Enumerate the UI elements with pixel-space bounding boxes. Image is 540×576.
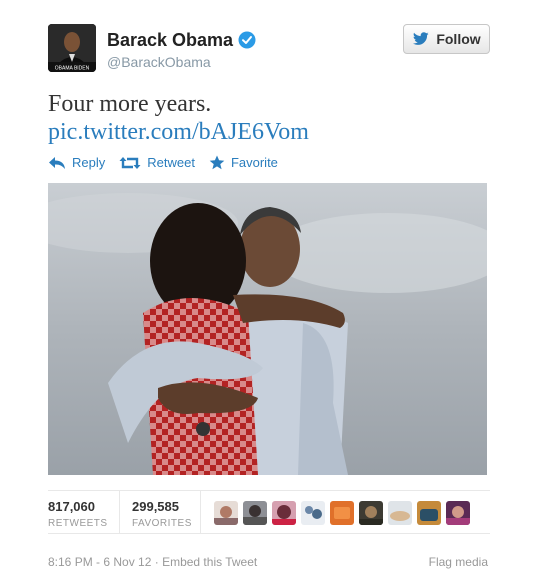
favoriter-avatar[interactable] [417,501,441,525]
favoriter-avatar[interactable] [214,501,238,525]
tweet-timestamp[interactable]: 8:16 PM - 6 Nov 12 [48,555,151,569]
tweet-text: Four more years. [48,91,212,117]
embed-tweet-link[interactable]: Embed this Tweet [162,555,257,569]
favorite-button[interactable]: Favorite [209,155,278,170]
reply-label: Reply [72,155,106,170]
stats-divider [200,491,201,533]
favorites-label: FAVORITES [132,518,192,529]
favoriter-avatar[interactable] [359,501,383,525]
favoriter-avatar[interactable] [272,501,296,525]
retweets-label: RETWEETS [48,518,108,529]
retweet-label: Retweet [147,155,195,170]
reply-button[interactable]: Reply [48,155,105,170]
reply-icon [49,156,65,169]
retweets-count: 817,060 [48,499,95,514]
favorite-label: Favorite [230,155,278,170]
follow-button[interactable]: Follow [403,24,490,54]
engagement-stats: 817,060 RETWEETS 299,585 FAVORITES [48,490,490,534]
favoriter-avatar[interactable] [330,501,354,525]
profile-avatar[interactable]: OBAMA BIDEN [48,24,96,72]
display-name[interactable]: Barack Obama [107,30,233,51]
favoriter-avatar[interactable] [243,501,267,525]
favoriter-avatar[interactable] [301,501,325,525]
footer-separator: · [154,555,159,569]
stats-divider [119,491,120,533]
favoriter-avatar[interactable] [388,501,412,525]
follow-label: Follow [436,31,481,47]
favorites-stat[interactable]: 299,585 FAVORITES [132,499,192,529]
tweet-card: OBAMA BIDEN Barack Obama @BarackObama Fo… [0,0,540,576]
tweet-media-link[interactable]: pic.twitter.com/bAJE6Vom [48,118,309,146]
tweet-photo[interactable] [48,183,487,475]
tweet-footer: 8:16 PM - 6 Nov 12 · Embed this Tweet [48,555,257,569]
favoriter-avatars [214,501,470,525]
twitter-bird-icon [413,32,430,45]
user-handle[interactable]: @BarackObama [107,54,211,70]
favoriter-avatar[interactable] [446,501,470,525]
retweet-icon [119,156,141,169]
flag-media-link[interactable]: Flag media [429,555,488,569]
tweet-actions: Reply Retweet Favorite [48,155,292,170]
favorites-count: 299,585 [132,499,179,514]
retweet-button[interactable]: Retweet [119,155,195,170]
avatar-caption: OBAMA BIDEN [55,66,90,72]
star-icon [209,155,225,170]
retweets-stat[interactable]: 817,060 RETWEETS [48,499,108,529]
verified-badge-icon [238,31,256,49]
